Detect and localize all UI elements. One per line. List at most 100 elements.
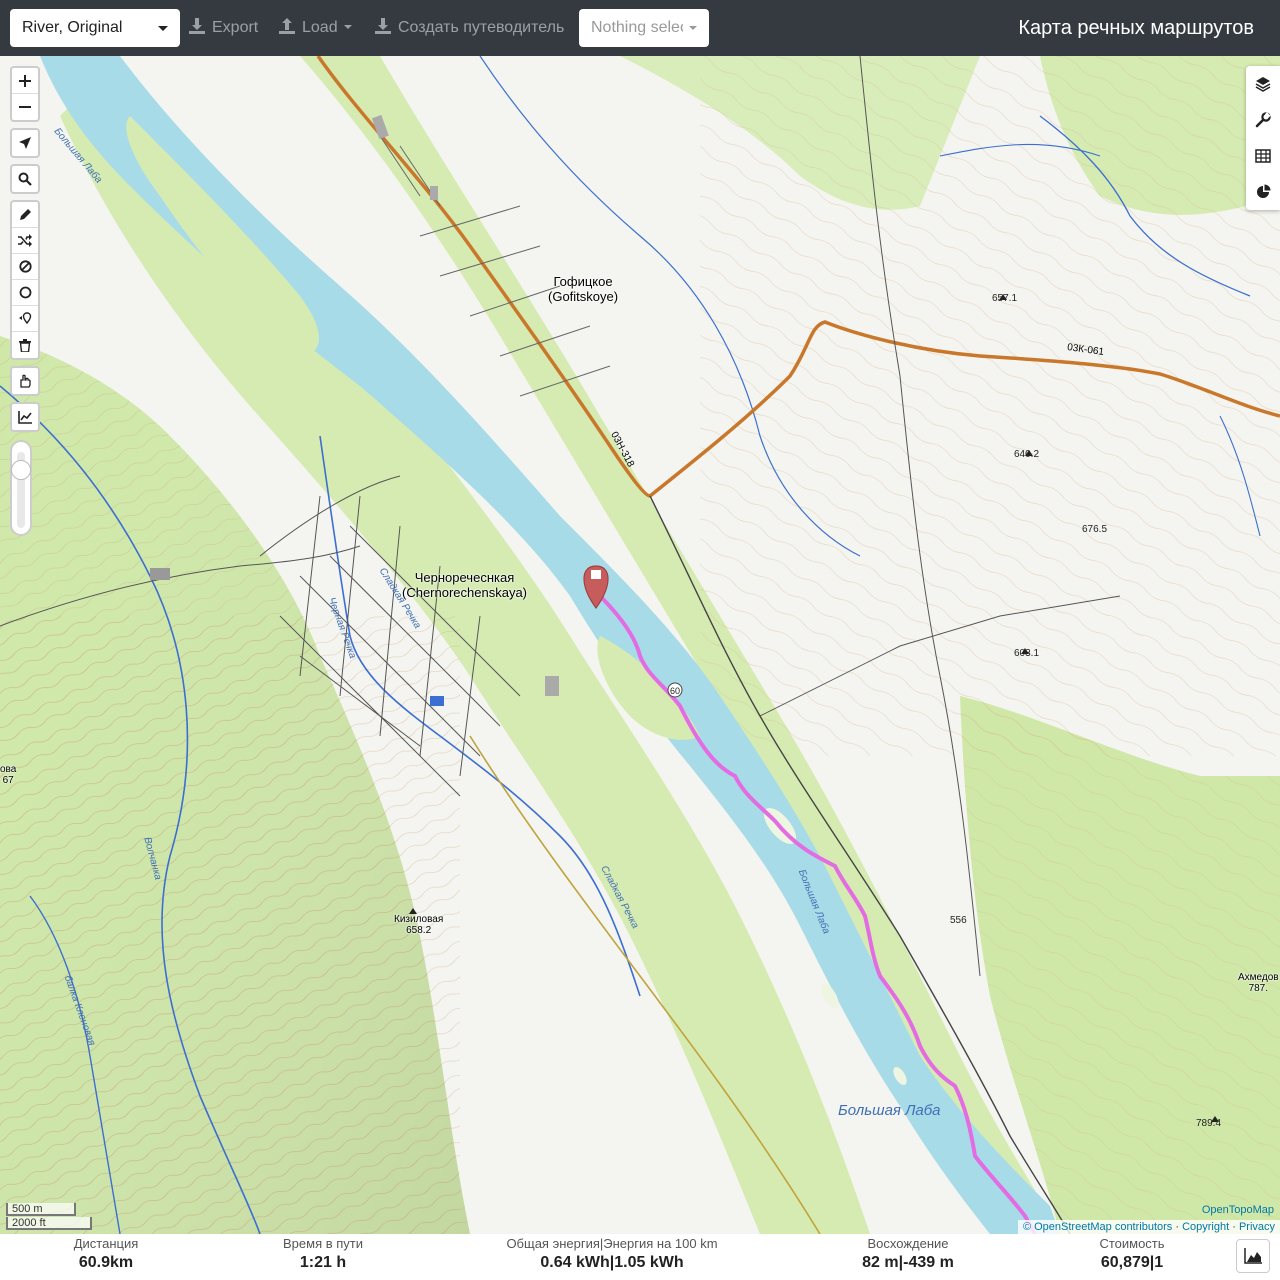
chevron-down-icon — [158, 26, 168, 31]
map-base-layer: 60 — [0, 56, 1280, 1234]
track-select-value: Nothing selected — [591, 19, 683, 36]
energy-per-100-value: 1.05 — [614, 1254, 646, 1271]
hand-pointer-icon — [20, 374, 31, 388]
scale-imperial: 2000 ft — [6, 1217, 92, 1230]
pie-chart-icon — [1257, 184, 1271, 198]
spot-height: 657.1 — [992, 293, 1018, 304]
download-icon — [189, 18, 205, 34]
place-name-ru: Черноречеснкая — [414, 570, 515, 585]
stat-value: 82 m|-439 m — [862, 1254, 954, 1271]
map-canvas[interactable]: 60 Гофицкое (Gofitskoye) Черноречеснкая … — [0, 56, 1280, 1234]
place-name-en: (Gofitskoye) — [548, 289, 619, 304]
plus-icon — [19, 74, 31, 87]
topomap-credit[interactable]: OpenTopoMap — [1202, 1204, 1274, 1216]
search-icon — [18, 172, 32, 186]
delete-route-button[interactable] — [12, 332, 38, 358]
export-label: Export — [212, 19, 259, 36]
edge-label-elev: 67 — [2, 775, 14, 786]
stat-label: Дистанция — [73, 1236, 139, 1251]
hand-control — [10, 366, 40, 396]
track-select[interactable]: Nothing selected — [579, 9, 709, 47]
copyright-link[interactable]: Copyright — [1182, 1221, 1229, 1233]
map-marker-icon — [19, 312, 32, 325]
zoom-out-button[interactable] — [12, 94, 38, 120]
zoom-in-button[interactable] — [12, 68, 38, 94]
routing-profile-select[interactable]: River, Original — [10, 9, 180, 47]
hand-pointer-button[interactable] — [12, 368, 38, 394]
stat-value: 60.9km — [56, 1254, 156, 1272]
location-arrow-icon — [19, 137, 31, 149]
circle-tool-button[interactable] — [12, 280, 38, 306]
spot-height: 603.1 — [1014, 648, 1040, 659]
circle-icon — [19, 286, 31, 299]
stat-energy: Общая энергия|Энергия на 100 km 0.64 kWh… — [486, 1234, 738, 1272]
settings-button[interactable] — [1246, 102, 1280, 138]
osm-attribution-link[interactable]: © OpenStreetMap contributors — [1023, 1221, 1172, 1233]
draw-route-button[interactable] — [12, 202, 38, 228]
reverse-route-button[interactable] — [12, 228, 38, 254]
elevation-profile-button[interactable] — [1236, 1239, 1270, 1273]
peak-name: Ахмедов — [1238, 972, 1279, 983]
opacity-slider[interactable] — [10, 440, 32, 536]
peak-elevation: 658.2 — [406, 925, 432, 936]
descent-value: -439 — [903, 1254, 936, 1271]
place-label-gofitskoye: Гофицкое (Gofitskoye) — [548, 274, 618, 304]
place-name-en: (Chernorechenskaya) — [402, 585, 528, 600]
ascent-value: 82 — [862, 1254, 880, 1271]
export-button[interactable]: Export — [188, 9, 258, 47]
energy-total-unit: kWh — [575, 1254, 610, 1271]
cost-value: 60,879 — [1100, 1254, 1150, 1271]
layers-icon — [1255, 77, 1271, 92]
descent-unit: m — [939, 1254, 954, 1271]
spot-height: 556 — [950, 915, 967, 926]
scale-metric: 500 m — [6, 1203, 76, 1216]
table-icon — [1255, 149, 1271, 163]
stat-label: Общая энергия|Энергия на 100 km — [506, 1236, 718, 1251]
place-label-chernorechenskaya: Черноречеснкая (Chernorechenskaya) — [402, 570, 527, 600]
spot-height: 789.4 — [1196, 1118, 1222, 1129]
create-guide-label: Создать путеводитель — [398, 19, 565, 36]
stat-value: 0.64 kWh|1.05 kWh — [540, 1254, 684, 1271]
right-toolbar — [1246, 66, 1280, 210]
download-icon — [375, 18, 391, 34]
stat-distance: Дистанция 60.9km — [56, 1234, 156, 1272]
energy-total-value: 0.64 — [540, 1254, 572, 1271]
statistics-button[interactable] — [1246, 174, 1280, 210]
app-title: Карта речных маршрутов — [1018, 17, 1254, 39]
line-chart-icon — [18, 410, 32, 424]
opacity-slider-handle[interactable] — [11, 460, 31, 480]
routing-profile-value: River, Original — [22, 19, 123, 36]
elevation-chart-button[interactable] — [12, 404, 38, 430]
poi-tool-button[interactable] — [12, 306, 38, 332]
draw-toolbar — [10, 200, 40, 360]
cost-secondary-value: 1 — [1154, 1254, 1164, 1271]
locate-button[interactable] — [12, 130, 38, 156]
ascent-unit: m — [884, 1254, 899, 1271]
create-guide-button[interactable]: Создать путеводитель — [374, 9, 564, 47]
stat-value: 60,879|1 — [1100, 1254, 1164, 1271]
minus-icon — [19, 106, 31, 108]
distance-value: 60.9 — [78, 1254, 110, 1271]
upload-icon — [279, 18, 295, 34]
peak-elevation: 787. — [1248, 983, 1269, 994]
stat-travel-time: Время в пути 1:21 h — [270, 1234, 376, 1272]
time-value: 1:21 — [299, 1254, 332, 1271]
no-go-area-button[interactable] — [12, 254, 38, 280]
elevation-control — [10, 402, 40, 432]
peak-label-akhmedova: Ахмедов 787. — [1238, 972, 1279, 994]
trash-icon — [19, 338, 31, 352]
zoom-control — [10, 66, 40, 122]
stat-label: Время в пути — [283, 1236, 363, 1251]
stat-ascent: Восхождение 82 m|-439 m — [848, 1234, 968, 1272]
privacy-link[interactable]: Privacy — [1239, 1221, 1275, 1233]
river-label-bolshaya-laba: Большая Лаба — [838, 1102, 941, 1119]
stat-value: 1:21 h — [270, 1254, 376, 1272]
place-name-ru: Гофицкое — [553, 274, 613, 289]
time-unit: h — [336, 1254, 347, 1271]
layers-button[interactable] — [1246, 66, 1280, 102]
route-statistics-bar: Дистанция 60.9km Время в пути 1:21 h Общ… — [0, 1234, 1280, 1280]
search-button[interactable] — [12, 166, 38, 192]
stat-label: Стоимость — [1099, 1236, 1165, 1251]
table-button[interactable] — [1246, 138, 1280, 174]
load-button[interactable]: Load — [278, 9, 352, 47]
